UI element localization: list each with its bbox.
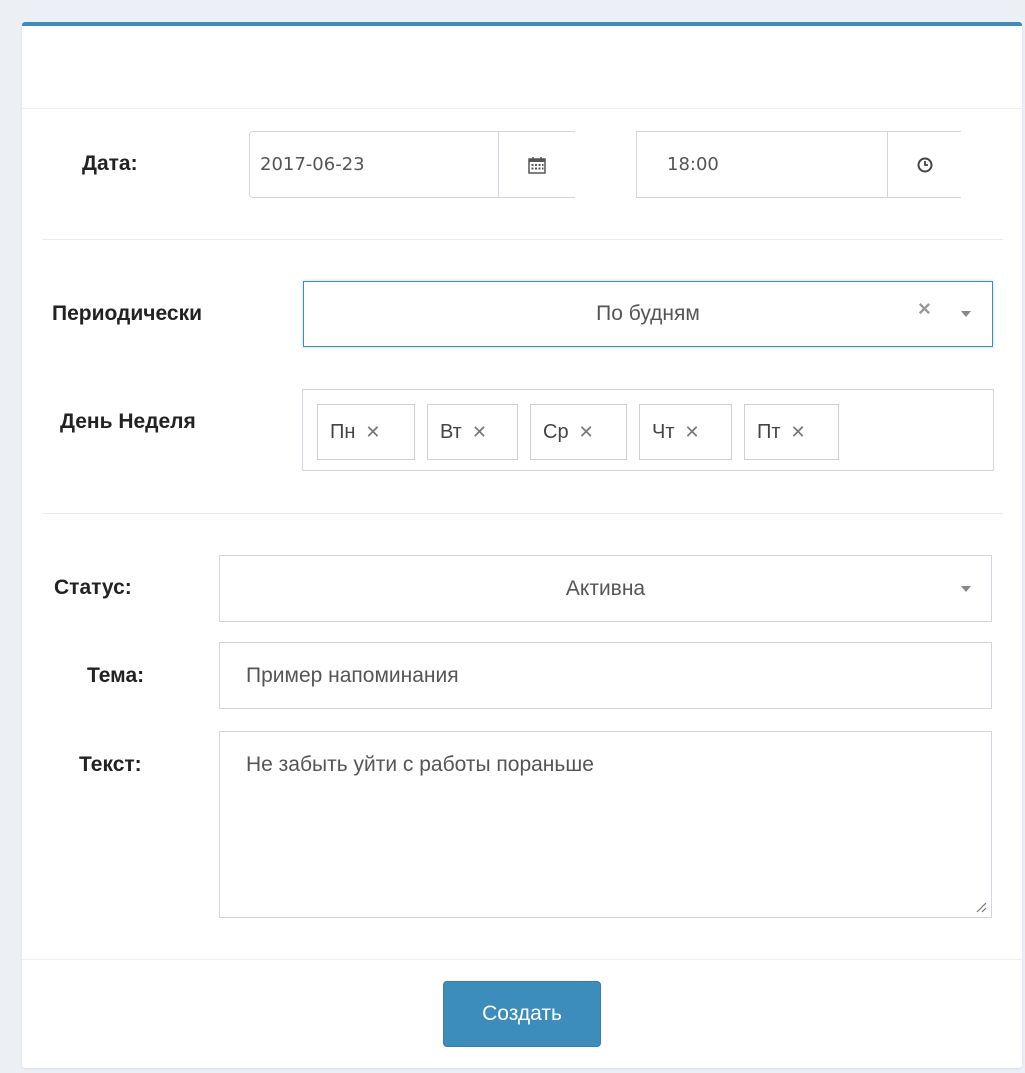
footer-divider — [22, 959, 1022, 960]
time-input[interactable]: 18:00 — [636, 131, 961, 198]
periodic-selected-value: По будням — [596, 302, 700, 325]
section-divider — [42, 239, 1003, 240]
caret-down-icon — [961, 586, 971, 592]
section-divider — [42, 513, 1003, 514]
date-picker-button[interactable] — [498, 132, 575, 197]
create-button[interactable]: Создать — [443, 981, 601, 1047]
caret-down-icon — [961, 311, 971, 317]
weekday-tag: Пн ✕ — [317, 404, 415, 460]
resize-handle-icon[interactable] — [975, 901, 987, 913]
weekday-tag-label: Ср — [543, 420, 569, 443]
text-value: Не забыть уйти с работы пораньше — [246, 753, 594, 776]
status-select[interactable]: Активна — [219, 555, 992, 622]
close-icon[interactable]: × — [918, 296, 931, 322]
close-icon[interactable]: ✕ — [365, 422, 380, 443]
weekday-tag: Пт ✕ — [744, 404, 839, 460]
status-label: Статус: — [54, 576, 132, 599]
subject-input[interactable]: Пример напоминания — [219, 642, 992, 709]
text-textarea[interactable]: Не забыть уйти с работы пораньше — [219, 731, 992, 918]
date-label: Дата: — [82, 152, 138, 175]
subject-label: Тема: — [87, 664, 145, 687]
weekday-tag-label: Чт — [652, 420, 675, 443]
subject-value: Пример напоминания — [246, 664, 459, 687]
weekday-tag: Вт ✕ — [427, 404, 518, 460]
text-label: Текст: — [79, 753, 142, 776]
close-icon[interactable]: ✕ — [579, 422, 594, 443]
weekday-tag: Чт ✕ — [639, 404, 732, 460]
time-picker-button[interactable] — [887, 132, 961, 197]
weekday-tag-label: Вт — [440, 420, 462, 443]
weekday-tag: Ср ✕ — [530, 404, 627, 460]
header-divider — [22, 108, 1022, 109]
close-icon[interactable]: ✕ — [791, 422, 806, 443]
status-selected-value: Активна — [565, 577, 646, 600]
time-value: 18:00 — [667, 154, 719, 175]
calendar-icon — [528, 156, 546, 174]
periodic-label: Периодически — [52, 302, 202, 325]
weekday-label: День Неделя — [60, 410, 196, 433]
close-icon[interactable]: ✕ — [472, 422, 487, 443]
weekday-tag-label: Пн — [330, 420, 356, 443]
close-icon[interactable]: ✕ — [685, 422, 700, 443]
date-value: 2017-06-23 — [260, 154, 365, 175]
clock-icon — [917, 157, 932, 172]
date-input[interactable]: 2017-06-23 — [249, 131, 575, 198]
weekday-tag-label: Пт — [757, 420, 781, 443]
periodic-select[interactable]: По будням × — [303, 281, 993, 347]
weekday-multiselect[interactable]: Пн ✕ Вт ✕ Ср ✕ Чт ✕ Пт ✕ — [302, 389, 994, 471]
